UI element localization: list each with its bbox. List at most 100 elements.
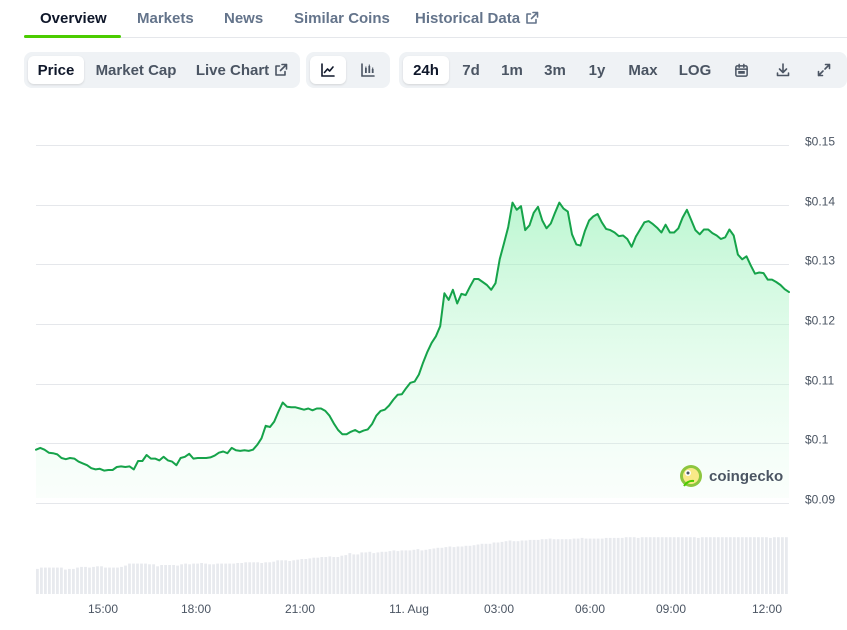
price-area	[36, 202, 789, 498]
live-chart-button[interactable]: Live Chart	[190, 56, 294, 84]
range-3m-button[interactable]: 3m	[535, 56, 575, 84]
tab-news[interactable]: News	[224, 10, 263, 27]
volume-bar	[180, 564, 183, 594]
range-1m-button[interactable]: 1m	[493, 56, 531, 84]
x-tick-label: 03:00	[484, 602, 514, 616]
line-chart-button[interactable]	[310, 56, 346, 84]
volume-bar	[108, 567, 111, 594]
volume-bar	[232, 563, 236, 594]
volume-bar	[292, 560, 296, 594]
volume-bar	[76, 567, 79, 594]
volume-bar	[572, 538, 576, 594]
volume-bar	[781, 537, 784, 594]
tab-historical-data[interactable]: Historical Data	[415, 10, 539, 29]
price-chart[interactable]: $0.15 $0.14 $0.13 $0.12 $0.11 $0.1 $0.09 15:00…	[0, 0, 847, 630]
volume-bar	[248, 562, 252, 594]
line-chart-icon	[320, 62, 336, 78]
fullscreen-button[interactable]	[808, 56, 840, 84]
volume-bar	[344, 555, 348, 594]
volume-bar	[188, 564, 191, 594]
volume-bar	[276, 560, 280, 594]
volume-bar	[340, 555, 344, 594]
volume-bar	[304, 559, 308, 594]
volume-bar	[472, 545, 476, 594]
volume-bar	[400, 550, 404, 594]
date-range-button[interactable]	[725, 56, 757, 84]
download-button[interactable]	[767, 56, 799, 84]
range-24h-button[interactable]: 24h	[403, 56, 449, 84]
volume-bar	[240, 563, 244, 594]
volume-bar	[636, 537, 640, 594]
volume-bar	[556, 539, 560, 594]
volume-bar	[52, 567, 55, 594]
volume-bar	[769, 537, 772, 594]
volume-bar	[420, 550, 424, 594]
volume-bar	[592, 538, 596, 594]
range-1y-button[interactable]: 1y	[579, 56, 615, 84]
price-button[interactable]: Price	[28, 56, 84, 84]
volume-bar	[396, 551, 400, 594]
volume-bar	[256, 562, 260, 594]
volume-bar	[88, 567, 91, 594]
log-scale-button[interactable]: LOG	[671, 56, 719, 84]
volume-bar	[460, 546, 464, 594]
volume-bar	[308, 558, 312, 594]
volume-bar	[152, 564, 155, 594]
candlestick-chart-button[interactable]	[350, 56, 386, 84]
volume-bar	[376, 552, 380, 594]
volume-bar	[312, 557, 316, 594]
tab-historical-data-label: Historical Data	[415, 10, 521, 27]
range-max-button[interactable]: Max	[621, 56, 665, 84]
y-tick-label: $0.15	[805, 135, 835, 149]
market-cap-button[interactable]: Market Cap	[90, 56, 182, 84]
volume-bar	[348, 553, 352, 594]
volume-bar	[448, 546, 452, 594]
volume-bar	[416, 549, 420, 594]
volume-bar	[432, 548, 436, 594]
tab-similar-coins[interactable]: Similar Coins	[294, 10, 390, 27]
chart-grid	[36, 145, 789, 504]
y-tick-label: $0.09	[805, 493, 835, 507]
volume-bar	[696, 537, 700, 594]
volume-bar	[728, 537, 732, 594]
volume-bar	[264, 562, 268, 594]
volume-bar	[224, 563, 228, 594]
x-tick-label: 06:00	[575, 602, 605, 616]
volume-bar	[324, 557, 328, 594]
volume-bar	[520, 540, 524, 594]
volume-bar	[736, 537, 740, 594]
coingecko-wordmark: coingecko	[709, 468, 783, 485]
volume-bar	[492, 542, 496, 594]
volume-bar	[744, 537, 748, 594]
volume-bar	[536, 539, 540, 594]
volume-bar	[720, 537, 724, 594]
volume-bar	[500, 541, 504, 594]
range-7d-button[interactable]: 7d	[453, 56, 489, 84]
volume-bar	[568, 539, 572, 594]
volume-bar	[392, 550, 396, 594]
volume-bar	[436, 547, 440, 594]
x-tick-label: 09:00	[656, 602, 686, 616]
volume-bar	[464, 545, 468, 594]
external-link-icon	[525, 11, 539, 29]
volume-bar	[84, 566, 87, 594]
volume-bar	[60, 567, 63, 594]
volume-bar	[336, 557, 340, 594]
tab-bar: Overview Markets News Similar Coins Hist…	[24, 0, 847, 38]
volume-bar	[608, 537, 612, 594]
volume-bar	[761, 537, 764, 594]
volume-bar	[680, 537, 684, 594]
volume-bar	[164, 565, 167, 594]
volume-bar	[757, 537, 760, 594]
tab-overview[interactable]: Overview	[40, 10, 107, 27]
volume-bar	[360, 552, 364, 594]
volume-bar	[456, 546, 460, 594]
volume-bar	[712, 537, 716, 594]
volume-bar	[100, 566, 103, 594]
volume-bar	[64, 569, 67, 594]
tab-markets[interactable]: Markets	[137, 10, 194, 27]
volume-bar	[480, 543, 484, 594]
volume-bar	[576, 538, 580, 594]
volume-bar	[773, 537, 776, 594]
external-link-icon	[274, 63, 288, 77]
